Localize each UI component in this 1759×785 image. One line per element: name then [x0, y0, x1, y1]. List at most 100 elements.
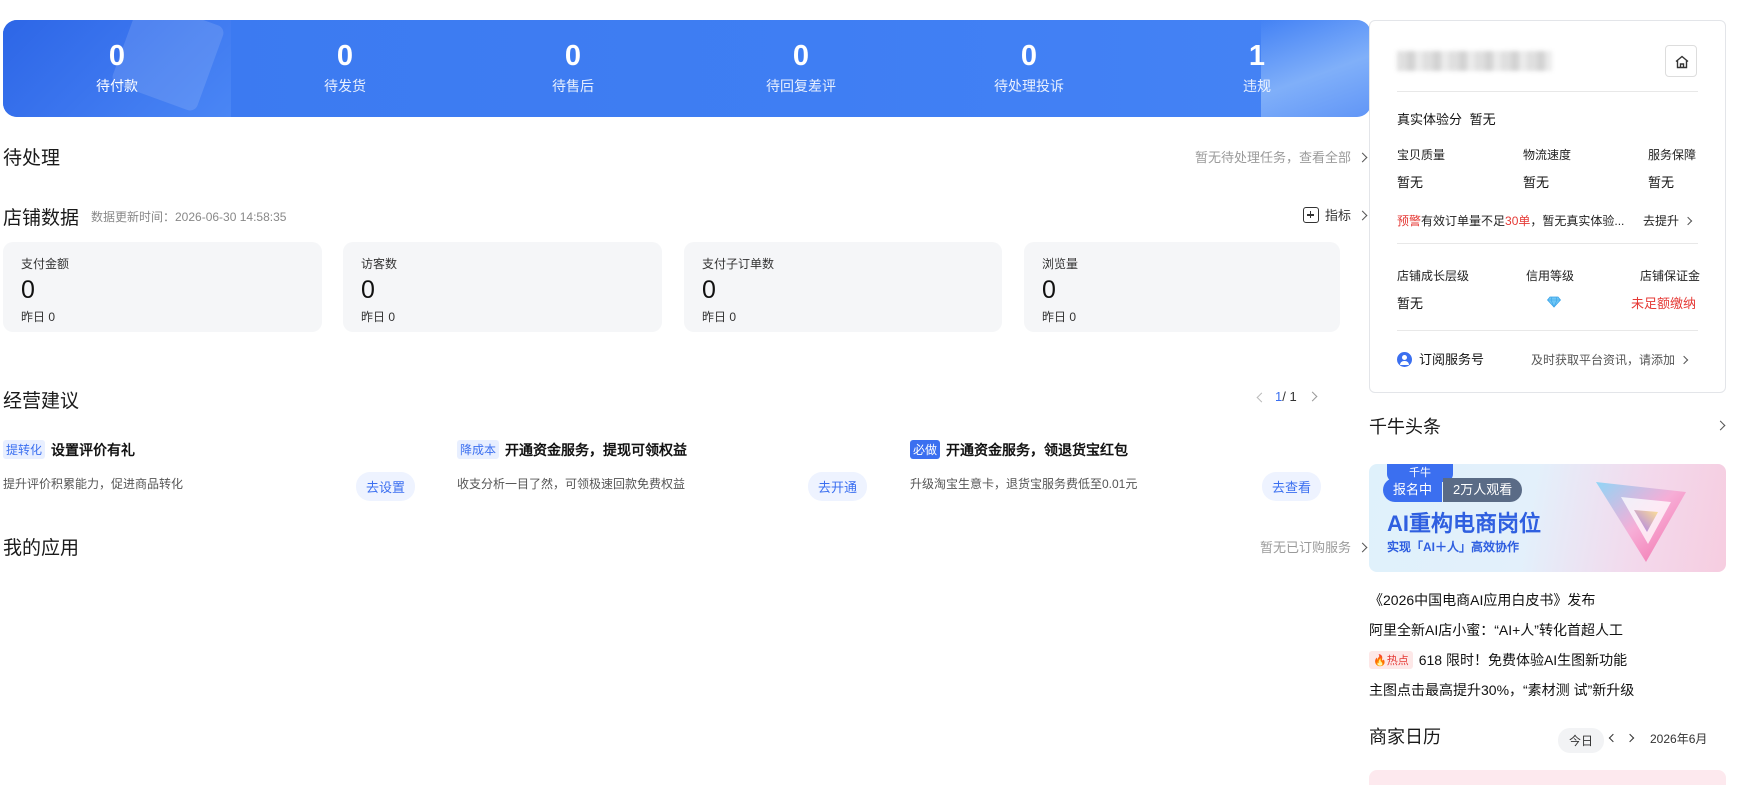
warning-highlight: 30单	[1505, 214, 1531, 228]
news-text: 618 限时！免费体验AI生图新功能	[1418, 652, 1628, 668]
stat-label: 待回复差评	[766, 78, 836, 94]
suggestion-desc: 升级淘宝生意卡，退货宝服务费低至0.01元	[910, 477, 1138, 491]
stat-violation[interactable]: 1 违规	[1143, 40, 1371, 96]
experience-value: 暂无	[1469, 112, 1496, 127]
chevron-left-icon[interactable]	[1608, 733, 1618, 743]
suggestion-item: 提转化 设置评价有礼 提升评价积累能力，促进商品转化	[3, 440, 183, 491]
stat-pending-complaint[interactable]: 0 待处理投诉	[915, 40, 1143, 96]
subscribe-link[interactable]: 及时获取平台资讯，请添加	[1531, 351, 1689, 368]
chevron-right-icon[interactable]	[1625, 733, 1635, 743]
experience-warning: 预警有效订单量不足30单，暂无真实体验...	[1397, 212, 1624, 229]
pending-view-all-link[interactable]: 暂无待处理任务，查看全部	[1195, 147, 1368, 166]
news-item-hot[interactable]: 🔥热点 618 限时！免费体验AI生图新功能	[1369, 650, 1627, 670]
my-apps-title: 我的应用	[3, 538, 80, 559]
score-value: 暂无	[1523, 175, 1550, 190]
apps-link-text: 暂无已订购服务	[1259, 540, 1351, 555]
pager-total: / 1	[1282, 389, 1297, 404]
banner-headline: AI重构电商岗位	[1387, 511, 1542, 536]
chevron-right-icon[interactable]	[1307, 391, 1318, 402]
metric-yesterday: 昨日 0	[21, 310, 56, 324]
suggestion-tag: 降成本	[457, 440, 500, 459]
news-item[interactable]: 阿里全新AI店小蜜：“AI+人”转化首超人工	[1369, 620, 1623, 640]
deposit-status[interactable]: 未足额缴纳	[1631, 293, 1696, 312]
suggestion-item: 降成本 开通资金服务，提现可领权益 收支分析一目了然，可领极速回款免费权益	[457, 440, 688, 491]
metric-card-visitors[interactable]: 访客数 0 昨日 0	[343, 242, 662, 332]
metric-value: 0	[702, 276, 716, 304]
shop-home-button[interactable]	[1665, 45, 1697, 77]
stat-pending-payment[interactable]: 0 待付款	[3, 40, 231, 96]
metric-value: 0	[361, 276, 375, 304]
suggestion-title: 开通资金服务，提现可领权益	[505, 442, 688, 458]
chevron-right-icon	[1357, 542, 1368, 553]
metric-label: 指标	[1324, 208, 1351, 223]
metric-card-pay-amount[interactable]: 支付金额 0 昨日 0	[3, 242, 322, 332]
divider	[1397, 243, 1698, 244]
stat-pending-aftersale[interactable]: 0 待售后	[459, 40, 687, 96]
shop-name-blurred	[1397, 51, 1552, 71]
level-label: 信用等级	[1526, 269, 1575, 283]
metric-yesterday: 昨日 0	[361, 310, 396, 324]
chevron-right-icon	[1683, 216, 1693, 226]
chevron-right-icon[interactable]	[1715, 420, 1726, 431]
viewers-badge: 2万人观看	[1443, 478, 1523, 502]
metric-label: 支付金额	[21, 257, 70, 271]
experience-score: 真实体验分 暂无	[1397, 109, 1496, 128]
registration-badge: 报名中	[1383, 478, 1443, 502]
suggestion-item: 必做 开通资金服务，领退货宝红包 升级淘宝生意卡，退货宝服务费低至0.01元	[910, 440, 1137, 491]
metric-value: 0	[1042, 276, 1056, 304]
stat-label: 待付款	[96, 78, 138, 94]
metric-settings-button[interactable]: 指标	[1302, 205, 1368, 224]
headlines-title: 千牛头条	[1369, 417, 1441, 437]
suggestion-title: 开通资金服务，领退货宝红包	[946, 442, 1129, 458]
suggestion-desc: 收支分析一目了然，可领极速回款免费权益	[457, 477, 686, 491]
order-status-banner: 0 待付款 0 待发货 0 待售后 0 待回复差评 0 待处理投诉 1 违规	[3, 20, 1371, 117]
level-label: 店铺保证金	[1640, 269, 1701, 283]
stat-pending-shipment[interactable]: 0 待发货	[231, 40, 459, 96]
calendar-today-button[interactable]: 今日	[1558, 728, 1605, 753]
metric-yesterday: 昨日 0	[702, 310, 737, 324]
stat-pending-bad-review[interactable]: 0 待回复差评	[687, 40, 915, 96]
stat-label: 待发货	[324, 78, 366, 94]
stat-value: 0	[1020, 40, 1038, 72]
stat-label: 待处理投诉	[994, 78, 1064, 94]
headline-banner[interactable]: 千牛 报名中 2万人观看 AI重构电商岗位 实现「AI＋人」高效协作	[1369, 464, 1726, 572]
shop-data-title: 店铺数据	[3, 208, 80, 229]
improve-link[interactable]: 去提升	[1643, 212, 1693, 229]
suggestion-tag: 必做	[910, 440, 941, 459]
calendar-body	[1369, 770, 1726, 785]
score-label: 服务保障	[1648, 148, 1697, 162]
divider	[1397, 330, 1698, 331]
stat-label: 违规	[1243, 78, 1271, 94]
stat-value: 0	[792, 40, 810, 72]
stat-value: 0	[564, 40, 582, 72]
banner-subline: 实现「AI＋人」高效协作	[1387, 540, 1520, 554]
calendar-title: 商家日历	[1369, 727, 1441, 747]
metric-card-sub-orders[interactable]: 支付子订单数 0 昨日 0	[684, 242, 1002, 332]
subscribe-service[interactable]: 订阅服务号	[1397, 349, 1484, 368]
metric-card-page-views[interactable]: 浏览量 0 昨日 0	[1024, 242, 1340, 332]
metric-label: 支付子订单数	[702, 257, 775, 271]
diamond-icon	[1547, 296, 1561, 308]
experience-label: 真实体验分	[1397, 112, 1463, 127]
prism-graphic	[1596, 482, 1686, 562]
score-label: 物流速度	[1523, 148, 1572, 162]
go-view-button[interactable]: 去查看	[1262, 472, 1322, 501]
suggestion-title: 设置评价有礼	[51, 442, 136, 458]
news-item[interactable]: 主图点击最高提升30%，“素材测 试”新升级	[1369, 680, 1634, 700]
warning-text: 有效订单量不足	[1421, 214, 1506, 228]
stat-value: 1	[1248, 40, 1266, 72]
chevron-left-icon[interactable]	[1256, 392, 1267, 403]
warning-text-2: ，暂无真实体验...	[1530, 214, 1625, 228]
suggestion-tag: 提转化	[3, 440, 46, 459]
go-activate-button[interactable]: 去开通	[808, 472, 868, 501]
suggestion-desc: 提升评价积累能力，促进商品转化	[3, 477, 184, 491]
go-setup-button[interactable]: 去设置	[356, 472, 416, 501]
news-item[interactable]: 《2026中国电商AI应用白皮书》发布	[1369, 590, 1595, 610]
my-apps-link[interactable]: 暂无已订购服务	[1259, 537, 1368, 556]
score-value: 暂无	[1397, 175, 1424, 190]
stat-value: 0	[108, 40, 126, 72]
suggestions-title: 经营建议	[3, 391, 80, 412]
improve-label: 去提升	[1643, 214, 1680, 228]
warning-prefix: 预警	[1397, 214, 1422, 228]
shop-info-panel: 真实体验分 暂无 宝贝质量 暂无 物流速度 暂无 服务保障 暂无 预警有效订单量…	[1369, 20, 1726, 393]
